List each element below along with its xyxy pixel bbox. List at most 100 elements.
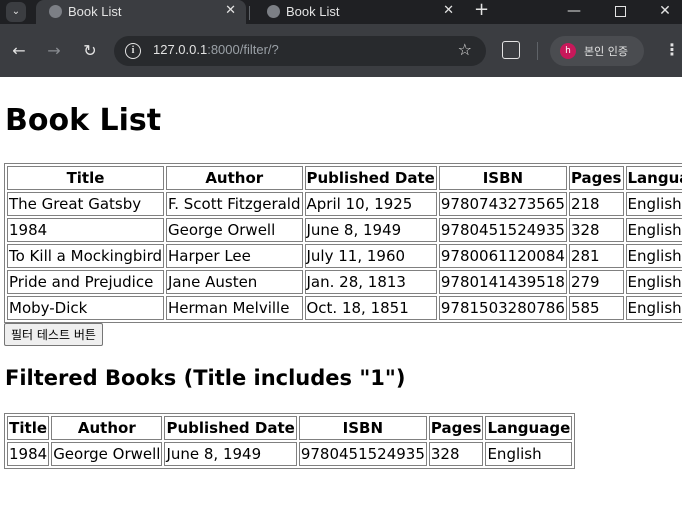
cell-title: Pride and Prejudice: [7, 270, 164, 294]
maximize-icon: [614, 5, 626, 17]
cell-published-date: July 11, 1960: [304, 244, 437, 268]
filtered-section-title: Filtered Books (Title includes "1"): [5, 366, 406, 390]
column-header-pages: Pages: [568, 166, 624, 190]
table-row: 1984 George Orwell June 8, 1949 97804515…: [7, 218, 682, 242]
globe-icon: [49, 5, 62, 18]
column-header-published-date: Published Date: [164, 416, 297, 440]
table-header-row: Title Author Published Date ISBN Pages L…: [7, 166, 682, 190]
cell-language: English: [625, 192, 682, 216]
cell-author: Jane Austen: [166, 270, 303, 294]
cell-title: To Kill a Mockingbird: [7, 244, 164, 268]
filtered-book-table: Title Author Published Date ISBN Pages L…: [4, 413, 576, 469]
cell-isbn: 9780451524935: [438, 218, 567, 242]
tab-title: Book List: [286, 4, 340, 19]
cell-isbn: 9780061120084: [438, 244, 567, 268]
cell-author: George Orwell: [51, 442, 163, 466]
cell-pages: 328: [568, 218, 624, 242]
filter-test-button[interactable]: 필터 테스트 버튼: [4, 323, 103, 346]
table-row: Pride and Prejudice Jane Austen Jan. 28,…: [7, 270, 682, 294]
table-row: The Great Gatsby F. Scott Fitzgerald Apr…: [7, 192, 682, 216]
table-row: 1984 George Orwell June 8, 1949 97804515…: [7, 442, 573, 466]
chevron-down-icon: ⌄: [11, 6, 21, 17]
cell-language: English: [625, 218, 682, 242]
column-header-author: Author: [51, 416, 163, 440]
close-icon[interactable]: ✕: [225, 2, 236, 18]
column-header-pages: Pages: [428, 416, 484, 440]
tab-strip: ⌄ Book List ✕ Book List ✕ + — ✕: [0, 0, 682, 24]
arrow-left-icon: ←: [12, 41, 26, 60]
cell-published-date: June 8, 1949: [164, 442, 297, 466]
cell-language: English: [625, 270, 682, 294]
cell-language: English: [625, 244, 682, 268]
table-header-row: Title Author Published Date ISBN Pages L…: [7, 416, 573, 440]
page-title: Book List: [5, 103, 162, 138]
cell-isbn: 9780141439518: [438, 270, 567, 294]
bookmark-star-icon[interactable]: ☆: [458, 40, 472, 59]
column-header-title: Title: [7, 166, 164, 190]
site-info-icon[interactable]: i: [125, 43, 141, 59]
cell-isbn: 9780451524935: [298, 442, 427, 466]
cell-title: Moby-Dick: [7, 296, 164, 320]
column-header-title: Title: [7, 416, 50, 440]
cell-author: Herman Melville: [166, 296, 303, 320]
globe-icon: [267, 5, 280, 18]
arrow-right-icon: →: [47, 41, 61, 60]
cell-published-date: June 8, 1949: [304, 218, 437, 242]
cell-title: The Great Gatsby: [7, 192, 164, 216]
back-button[interactable]: ←: [8, 40, 30, 62]
profile-button[interactable]: h 본인 인증: [550, 36, 644, 66]
cell-title: 1984: [7, 442, 50, 466]
cell-author: F. Scott Fitzgerald: [166, 192, 303, 216]
browser-toolbar: ← → ↻ i 127.0.0.1:8000/filter/? ☆ h 본인 인…: [0, 24, 682, 77]
table-row: To Kill a Mockingbird Harper Lee July 11…: [7, 244, 682, 268]
minimize-button[interactable]: —: [552, 0, 596, 24]
profile-label: 본인 인증: [584, 45, 628, 58]
tab-separator: [249, 6, 250, 20]
cell-pages: 328: [428, 442, 484, 466]
cell-pages: 281: [568, 244, 624, 268]
url-path: :8000/filter/?: [207, 42, 279, 57]
minimize-icon: —: [567, 3, 581, 19]
cell-author: Harper Lee: [166, 244, 303, 268]
reload-button[interactable]: ↻: [79, 40, 101, 62]
cell-isbn: 9781503280786: [438, 296, 567, 320]
cell-author: George Orwell: [166, 218, 303, 242]
maximize-button[interactable]: [598, 0, 642, 24]
tab-title: Book List: [68, 4, 122, 19]
column-header-author: Author: [166, 166, 303, 190]
cell-published-date: April 10, 1925: [304, 192, 437, 216]
extensions-icon[interactable]: [502, 41, 520, 59]
forward-button[interactable]: →: [43, 40, 65, 62]
cell-pages: 218: [568, 192, 624, 216]
address-bar[interactable]: i 127.0.0.1:8000/filter/? ☆: [114, 36, 486, 66]
cell-pages: 279: [568, 270, 624, 294]
table-row: Moby-Dick Herman Melville Oct. 18, 1851 …: [7, 296, 682, 320]
column-header-isbn: ISBN: [298, 416, 427, 440]
tab-book-list[interactable]: Book List ✕: [254, 0, 464, 24]
close-icon[interactable]: ✕: [443, 2, 454, 18]
tab-book-list-active[interactable]: Book List ✕: [36, 0, 246, 24]
column-header-isbn: ISBN: [438, 166, 567, 190]
reload-icon: ↻: [83, 41, 97, 60]
cell-language: English: [485, 442, 573, 466]
close-window-button[interactable]: ✕: [643, 0, 682, 24]
cell-published-date: Oct. 18, 1851: [304, 296, 437, 320]
cell-title: 1984: [7, 218, 164, 242]
column-header-published-date: Published Date: [304, 166, 437, 190]
toolbar-divider: [537, 42, 538, 60]
book-table: Title Author Published Date ISBN Pages L…: [4, 163, 682, 323]
avatar: h: [560, 43, 576, 59]
cell-language: English: [625, 296, 682, 320]
column-header-language: Language: [625, 166, 682, 190]
cell-isbn: 9780743273565: [438, 192, 567, 216]
more-menu-icon[interactable]: ⋮: [664, 40, 680, 59]
close-icon: ✕: [659, 3, 671, 19]
column-header-language: Language: [485, 416, 573, 440]
tab-search-button[interactable]: ⌄: [6, 2, 26, 22]
page-content: Book List Title Author Published Date IS…: [0, 77, 682, 469]
url-text[interactable]: 127.0.0.1:8000/filter/?: [153, 42, 279, 57]
url-host: 127.0.0.1: [153, 42, 208, 57]
cell-pages: 585: [568, 296, 624, 320]
plus-icon: +: [474, 0, 490, 20]
new-tab-button[interactable]: +: [474, 0, 489, 20]
